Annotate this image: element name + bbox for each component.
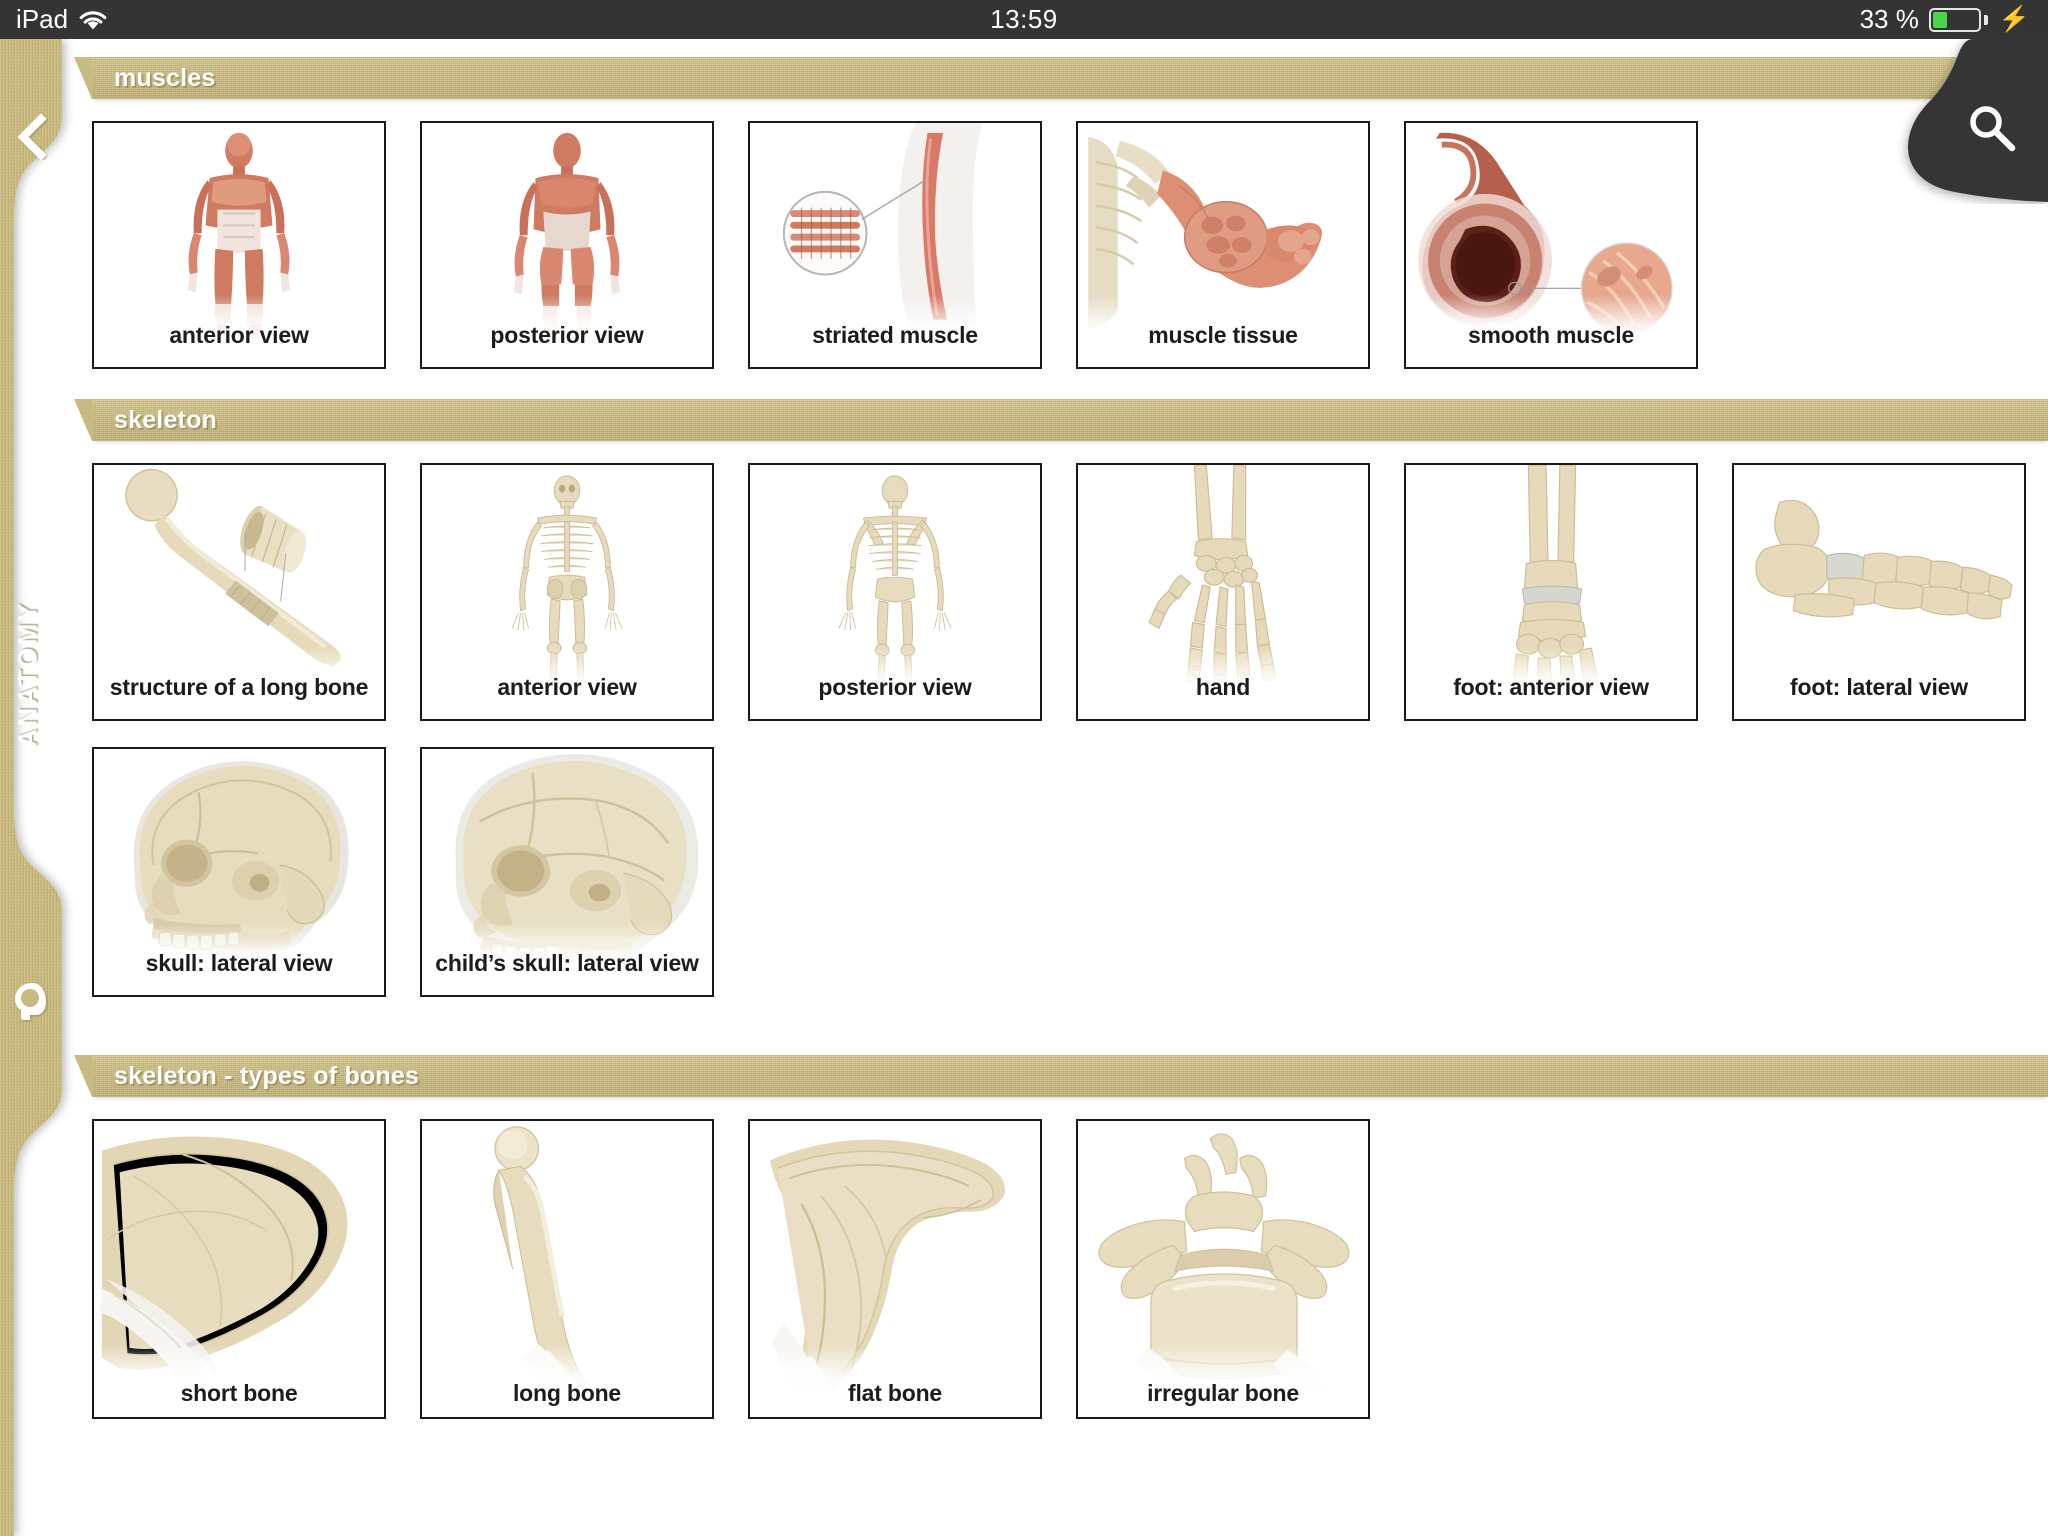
- card-label: smooth muscle: [1467, 322, 1635, 348]
- section-header-types-of-bones: skeleton - types of bones: [74, 1055, 2048, 1097]
- section-title-types-of-bones: skeleton - types of bones: [114, 1061, 420, 1090]
- card-skeleton-hand[interactable]: hand: [1076, 463, 1370, 721]
- card-label: short bone: [180, 1380, 298, 1406]
- card-label: anterior view: [169, 322, 309, 348]
- card-muscles-striated-muscle[interactable]: striated muscle: [748, 121, 1042, 369]
- section-header-muscles: muscles: [74, 57, 2048, 99]
- card-skeleton-foot-anterior-view[interactable]: foot: anterior view: [1404, 463, 1698, 721]
- card-muscles-muscle-tissue[interactable]: muscle tissue: [1076, 121, 1370, 369]
- battery-percent-label: 33 %: [1859, 4, 1919, 34]
- search-tab[interactable]: [1878, 39, 2048, 204]
- card-grid-types-of-bones: short bone long bone flat bone irregular…: [62, 1097, 2048, 1445]
- card-label: hand: [1195, 674, 1251, 700]
- card-grid-skeleton-skulls: skull: lateral view child’s skull: later…: [62, 747, 2048, 1023]
- battery-icon: [1928, 7, 1988, 32]
- card-label: foot: lateral view: [1790, 674, 1968, 700]
- section-title-muscles: muscles: [114, 63, 216, 92]
- lightning-bolt-icon: ⚡: [1998, 5, 2030, 33]
- section-header-skeleton: skeleton: [74, 399, 2048, 441]
- section-title-skeleton: skeleton: [114, 405, 218, 434]
- card-types-flat-bone[interactable]: flat bone: [748, 1119, 1042, 1419]
- card-label: posterior view: [818, 674, 972, 700]
- ios-status-bar: iPad 13:59 33 % ⚡: [0, 0, 2048, 39]
- app-page: ANATOMY muscles anterior view posterior …: [0, 39, 2048, 1536]
- sidebar: ANATOMY: [0, 39, 62, 1536]
- card-label: posterior view: [490, 322, 644, 348]
- card-muscles-smooth-muscle[interactable]: smooth muscle: [1404, 121, 1698, 369]
- content-area: muscles anterior view posterior view str…: [62, 39, 2048, 1536]
- card-skeleton-foot-lateral-view[interactable]: foot: lateral view: [1732, 463, 2026, 721]
- card-muscles-posterior-view[interactable]: posterior view: [420, 121, 714, 369]
- card-grid-muscles: anterior view posterior view striated mu…: [62, 99, 2048, 395]
- card-label: flat bone: [847, 1380, 943, 1406]
- card-skeleton-skull-lateral-view[interactable]: skull: lateral view: [92, 747, 386, 997]
- search-icon[interactable]: [1964, 101, 2020, 157]
- card-skeleton-posterior-view[interactable]: posterior view: [748, 463, 1042, 721]
- status-bar-right: 33 % ⚡: [1860, 4, 2030, 35]
- card-types-long-bone[interactable]: long bone: [420, 1119, 714, 1419]
- card-label: striated muscle: [812, 322, 978, 348]
- sidebar-tab-shape[interactable]: [0, 39, 78, 1536]
- card-label: child’s skull: lateral view: [435, 950, 699, 976]
- status-bar-clock: 13:59: [990, 4, 1058, 34]
- card-label: anterior view: [497, 674, 637, 700]
- card-label: irregular bone: [1147, 1380, 1299, 1406]
- card-label: long bone: [512, 1380, 622, 1406]
- card-types-short-bone[interactable]: short bone: [92, 1119, 386, 1419]
- card-skeleton-child-skull-lateral-view[interactable]: child’s skull: lateral view: [420, 747, 714, 997]
- card-skeleton-structure-of-a-long-bone[interactable]: structure of a long bone: [92, 463, 386, 721]
- card-grid-skeleton: structure of a long bone anterior view p…: [62, 441, 2048, 747]
- card-label: skull: lateral view: [145, 950, 333, 976]
- card-skeleton-anterior-view[interactable]: anterior view: [420, 463, 714, 721]
- card-types-irregular-bone[interactable]: irregular bone: [1076, 1119, 1370, 1419]
- card-muscles-anterior-view[interactable]: anterior view: [92, 121, 386, 369]
- card-label: structure of a long bone: [109, 674, 369, 700]
- card-label: muscle tissue: [1148, 322, 1298, 348]
- card-label: foot: anterior view: [1453, 674, 1649, 700]
